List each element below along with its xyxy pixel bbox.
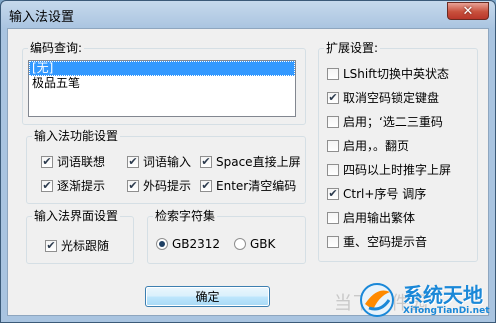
encoding-option[interactable]: [无] — [29, 61, 295, 76]
ok-button[interactable]: 确定 — [145, 286, 270, 307]
radio-label: GB2312 — [172, 237, 221, 251]
check-icon: ✔ — [128, 179, 138, 192]
ime-function-group: 输入法功能设置 ✔ 词语联想 ✔ 词语输入 ✔ Space直接上屏 ✔ 逐渐提示… — [26, 129, 306, 204]
ime-interface-legend: 输入法界面设置 — [32, 209, 121, 223]
charset-legend: 检索字符集 — [153, 209, 218, 223]
extended-settings-group: 扩展设置: LShift切换中英状态 ✔ 取消空码锁定键盘 启用；‘选二三重码 … — [318, 41, 478, 262]
enter-clear-checkbox[interactable]: ✔ Enter清空编码 — [200, 177, 296, 194]
extended-settings-legend: 扩展设置: — [324, 41, 381, 55]
encoding-listbox[interactable]: [无] 极品五笔 — [28, 60, 296, 117]
watermark-brand: 系统天地 XiTongTianDi.net — [403, 284, 490, 316]
check-icon: ✔ — [42, 179, 52, 192]
word-input-checkbox[interactable]: ✔ 词语输入 — [127, 153, 191, 170]
word-association-checkbox[interactable]: ✔ 词语联想 — [41, 153, 105, 170]
checkbox-label: 外码提示 — [143, 179, 192, 193]
radio-label: GBK — [250, 237, 276, 251]
checkbox-label: 启用输出繁体 — [343, 211, 416, 225]
ime-interface-group: 输入法界面设置 ✔ 光标跟随 — [26, 209, 134, 264]
checkbox-label: 四码以上时推字上屏 — [343, 163, 452, 177]
check-icon: ✔ — [46, 239, 56, 252]
check-icon: ✔ — [328, 187, 338, 200]
close-icon: ✕ — [462, 3, 474, 19]
checkbox-label: 光标跟随 — [61, 239, 110, 253]
close-button[interactable]: ✕ — [447, 2, 489, 20]
watermark-brand-url: XiTongTianDi.net — [403, 306, 490, 316]
settings-window: 输入法设置 ✕ 编码查询: [无] 极品五笔 输入法功能设置 ✔ 词语联想 ✔ … — [0, 0, 496, 323]
check-icon: ✔ — [42, 155, 52, 168]
checkbox-label: 重、空码提示音 — [343, 235, 428, 249]
check-icon: ✔ — [128, 155, 138, 168]
encoding-lookup-group: 编码查询: [无] 极品五笔 — [22, 41, 306, 125]
lshift-toggle-checkbox[interactable]: LShift切换中英状态 — [327, 65, 449, 82]
encoding-lookup-legend: 编码查询: — [28, 41, 85, 55]
checkbox-label: LShift切换中英状态 — [343, 67, 449, 81]
comma-period-paging-checkbox[interactable]: 启用，。翻页 — [327, 137, 409, 154]
cancel-empty-lock-checkbox[interactable]: ✔ 取消空码锁定键盘 — [327, 89, 439, 106]
checkbox-label: 启用；‘选二三重码 — [343, 115, 443, 129]
window-title: 输入法设置 — [9, 10, 75, 25]
cursor-follow-checkbox[interactable]: ✔ 光标跟随 — [45, 237, 109, 254]
select-second-third-checkbox[interactable]: 启用；‘选二三重码 — [327, 113, 443, 130]
encoding-option[interactable]: 极品五笔 — [29, 76, 295, 91]
watermark-logo-icon — [360, 283, 394, 317]
checkbox-label: Enter清空编码 — [216, 179, 297, 193]
gb2312-radio[interactable]: GB2312 — [156, 237, 220, 251]
checkbox-label: 逐渐提示 — [57, 179, 106, 193]
space-commit-checkbox[interactable]: ✔ Space直接上屏 — [200, 153, 301, 170]
title-bar[interactable]: 输入法设置 ✕ — [1, 1, 495, 27]
checkbox-label: 词语输入 — [143, 155, 192, 169]
checkbox-label: Space直接上屏 — [216, 155, 301, 169]
radio-selected-dot — [159, 241, 165, 247]
check-icon: ✔ — [201, 155, 211, 168]
check-icon: ✔ — [201, 179, 211, 192]
checkbox-label: Ctrl+序号 调序 — [343, 187, 427, 201]
ctrl-reorder-checkbox[interactable]: ✔ Ctrl+序号 调序 — [327, 185, 426, 202]
gradual-hint-checkbox[interactable]: ✔ 逐渐提示 — [41, 177, 105, 194]
check-icon: ✔ — [328, 91, 338, 104]
charset-group: 检索字符集 GB2312 GBK — [147, 209, 306, 264]
gbk-radio[interactable]: GBK — [234, 237, 275, 251]
duplicate-code-sound-checkbox[interactable]: 重、空码提示音 — [327, 233, 427, 250]
external-code-hint-checkbox[interactable]: ✔ 外码提示 — [127, 177, 191, 194]
checkbox-label: 启用，。翻页 — [343, 139, 410, 153]
checkbox-label: 取消空码锁定键盘 — [343, 91, 440, 105]
dialog-client-area: 编码查询: [无] 极品五笔 输入法功能设置 ✔ 词语联想 ✔ 词语输入 ✔ S… — [7, 28, 489, 316]
watermark-brand-name: 系统天地 — [403, 283, 483, 307]
ime-function-legend: 输入法功能设置 — [32, 129, 121, 143]
traditional-output-checkbox[interactable]: 启用输出繁体 — [327, 209, 415, 226]
four-code-commit-checkbox[interactable]: 四码以上时推字上屏 — [327, 161, 451, 178]
checkbox-label: 词语联想 — [57, 155, 106, 169]
